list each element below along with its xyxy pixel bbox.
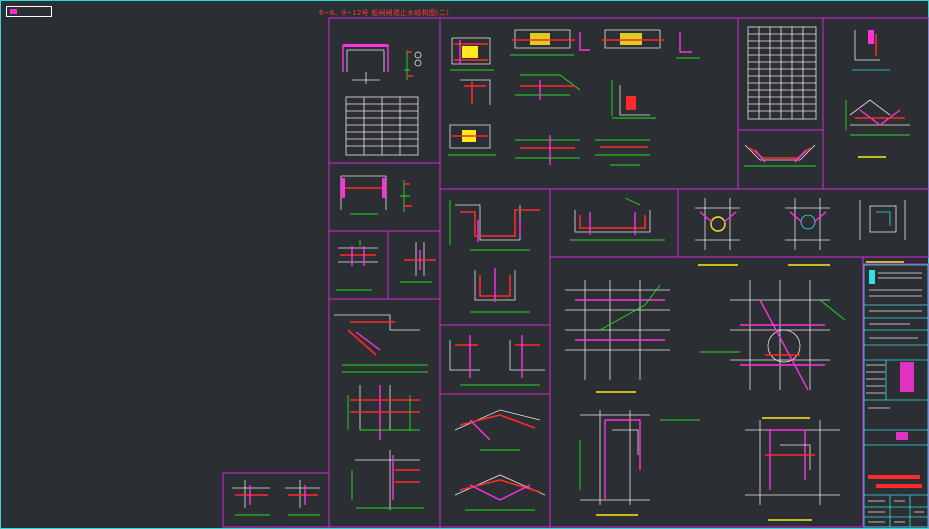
grid-table — [747, 26, 817, 120]
detail-section-4[interactable] — [400, 242, 436, 283]
title-block — [863, 264, 929, 528]
panel-frames — [222, 17, 929, 528]
detail-section-mid-2[interactable] — [449, 335, 545, 386]
detail-pipe-sections[interactable] — [695, 198, 906, 266]
detail-section-3[interactable] — [336, 240, 378, 291]
detail-section-mid-1[interactable] — [449, 200, 540, 313]
detail-channel-strip[interactable] — [570, 197, 665, 241]
detail-channel[interactable] — [744, 144, 816, 167]
detail-section-5[interactable] — [334, 314, 428, 510]
detail-section-1[interactable] — [342, 44, 422, 156]
detail-large-lower[interactable] — [565, 280, 846, 521]
detail-bottom-left[interactable] — [232, 480, 320, 516]
cad-drawing-sheet[interactable] — [0, 0, 929, 529]
detail-section-right-top[interactable] — [845, 30, 910, 158]
detail-section-top-center[interactable] — [448, 29, 700, 166]
detail-section-mid-3[interactable] — [454, 409, 546, 511]
detail-section-2[interactable] — [340, 175, 412, 215]
